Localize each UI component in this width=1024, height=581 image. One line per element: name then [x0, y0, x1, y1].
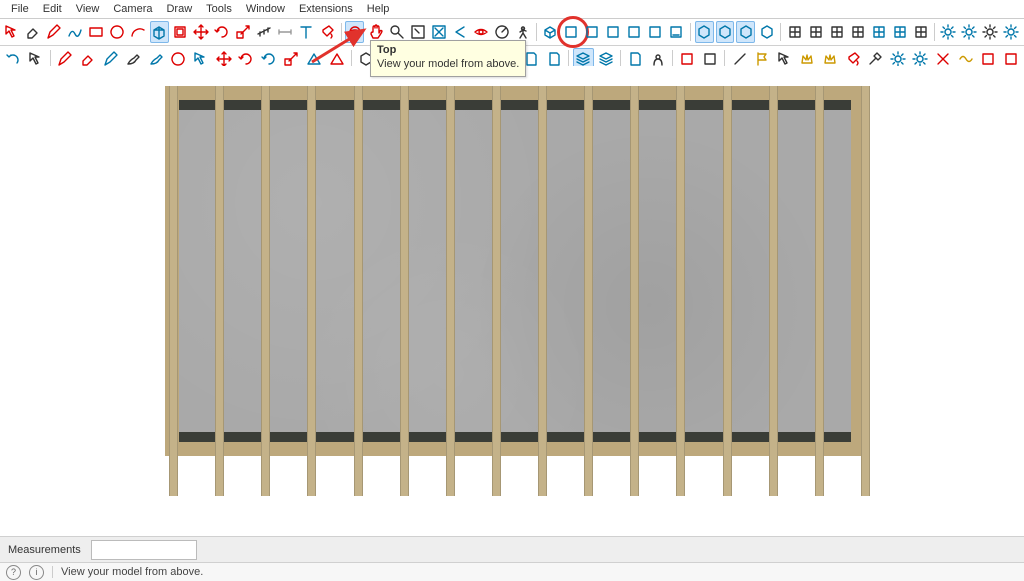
joist — [538, 86, 547, 496]
toolbar-separator — [341, 23, 342, 41]
tool-dimension[interactable] — [276, 21, 295, 43]
tool-scale[interactable] — [234, 21, 253, 43]
menu-help[interactable]: Help — [360, 3, 397, 15]
tool-tape[interactable] — [255, 21, 274, 43]
joist — [400, 86, 409, 496]
tool-left[interactable] — [646, 21, 665, 43]
tool-right[interactable] — [604, 21, 623, 43]
toolbar-separator — [934, 23, 935, 41]
statusbar-separator — [52, 566, 53, 578]
toolbar-separator — [780, 23, 781, 41]
joist — [815, 86, 824, 496]
tool-comp4[interactable] — [848, 21, 867, 43]
menu-view[interactable]: View — [69, 3, 107, 15]
tool-eraser[interactable] — [24, 21, 43, 43]
measurements-label: Measurements — [8, 544, 81, 556]
tooltip-title: Top — [377, 43, 519, 57]
help-icon[interactable]: ? — [6, 565, 21, 580]
joist — [354, 86, 363, 496]
tool-arc[interactable] — [129, 21, 148, 43]
toolbar-separator — [690, 23, 691, 41]
tool-pushpull[interactable] — [150, 21, 169, 43]
tool-paint[interactable] — [318, 21, 337, 43]
tool-face4[interactable] — [757, 21, 776, 43]
joists — [165, 86, 865, 496]
tool-iso[interactable] — [541, 21, 560, 43]
tool-rotate[interactable] — [213, 21, 232, 43]
menu-extensions[interactable]: Extensions — [292, 3, 360, 15]
joist — [723, 86, 732, 496]
joist — [261, 86, 270, 496]
tool-ext3[interactable] — [981, 21, 1000, 43]
menu-draw[interactable]: Draw — [159, 3, 199, 15]
joist — [676, 86, 685, 496]
tool-comp2[interactable] — [806, 21, 825, 43]
tool-back[interactable] — [625, 21, 644, 43]
status-hint: View your model from above. — [61, 566, 203, 578]
tool-face1[interactable] — [695, 21, 714, 43]
joist — [169, 86, 178, 496]
tool-rect[interactable] — [87, 21, 106, 43]
tool-face2[interactable] — [716, 21, 735, 43]
tool-comp3[interactable] — [827, 21, 846, 43]
tool-ext4[interactable] — [1002, 21, 1021, 43]
joist — [584, 86, 593, 496]
tool-face3[interactable] — [736, 21, 755, 43]
tool-comp7[interactable] — [911, 21, 930, 43]
tool-move[interactable] — [192, 21, 211, 43]
menu-file[interactable]: File — [4, 3, 36, 15]
tool-freehand[interactable] — [66, 21, 85, 43]
tool-orbit[interactable] — [345, 21, 364, 43]
info-icon[interactable]: i — [29, 565, 44, 580]
menu-window[interactable]: Window — [239, 3, 292, 15]
tool-text[interactable] — [297, 21, 316, 43]
tool-offset[interactable] — [171, 21, 190, 43]
tool-comp1[interactable] — [785, 21, 804, 43]
measurements-input[interactable] — [91, 540, 197, 560]
tool-comp6[interactable] — [890, 21, 909, 43]
viewport[interactable] — [0, 66, 1024, 536]
joist — [630, 86, 639, 496]
tool-line[interactable] — [45, 21, 64, 43]
joist — [492, 86, 501, 496]
tool-ext1[interactable] — [939, 21, 958, 43]
status-bar: ? i View your model from above. — [0, 562, 1024, 581]
tool-bottom[interactable] — [667, 21, 686, 43]
menu-camera[interactable]: Camera — [106, 3, 159, 15]
tool-comp5[interactable] — [869, 21, 888, 43]
tool-top[interactable] — [562, 21, 581, 43]
tooltip: Top View your model from above. — [370, 40, 526, 77]
model — [165, 86, 865, 496]
measurements-panel: Measurements — [0, 536, 1024, 563]
joist — [307, 86, 316, 496]
joist — [215, 86, 224, 496]
joist — [861, 86, 870, 496]
tool-select[interactable] — [3, 21, 22, 43]
joist — [446, 86, 455, 496]
tool-circle[interactable] — [108, 21, 127, 43]
menu-tools[interactable]: Tools — [199, 3, 239, 15]
tool-front[interactable] — [583, 21, 602, 43]
toolbar-separator — [536, 23, 537, 41]
joist — [769, 86, 778, 496]
menu-edit[interactable]: Edit — [36, 3, 69, 15]
tool-ext2[interactable] — [960, 21, 979, 43]
menu-bar: FileEditViewCameraDrawToolsWindowExtensi… — [0, 0, 1024, 19]
tooltip-desc: View your model from above. — [377, 57, 519, 71]
